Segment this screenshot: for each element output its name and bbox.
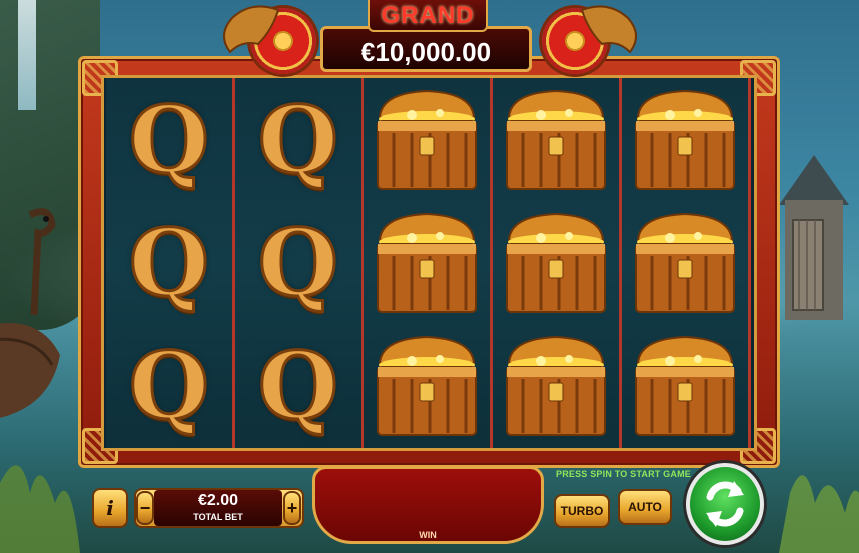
waterfall xyxy=(18,0,36,110)
increase-bet-button[interactable]: + xyxy=(283,491,301,525)
reel-symbol: Q xyxy=(106,201,232,324)
q-symbol-icon: Q xyxy=(256,331,339,440)
reel-symbol: Q xyxy=(235,324,361,447)
q-symbol-icon: Q xyxy=(256,85,339,194)
reel-3 xyxy=(364,78,493,448)
jackpot-value-box: €10,000.00 xyxy=(320,26,532,72)
viking-house-illustration xyxy=(779,155,849,320)
reel-symbol xyxy=(364,201,490,324)
treasure-chest-icon xyxy=(377,89,477,190)
total-bet-value: €2.00 xyxy=(197,492,239,509)
reel-symbol: Q xyxy=(106,324,232,447)
treasure-chest-icon xyxy=(635,335,735,436)
q-symbol-icon: Q xyxy=(127,85,210,194)
info-button[interactable]: i xyxy=(92,488,128,528)
win-label: WIN xyxy=(419,530,437,540)
spin-button[interactable] xyxy=(686,463,764,545)
q-symbol-icon: Q xyxy=(127,331,210,440)
treasure-chest-icon xyxy=(635,212,735,313)
dragon-head-icon xyxy=(223,5,280,54)
decrease-bet-button[interactable]: − xyxy=(136,491,154,525)
refresh-arrows-icon xyxy=(706,481,744,527)
grand-jackpot-display: €10,000.00 GRAND xyxy=(320,0,532,76)
jackpot-title-box: GRAND xyxy=(368,0,488,32)
reel-symbol xyxy=(364,78,490,201)
reel-5 xyxy=(622,78,751,448)
viking-ship-illustration xyxy=(0,208,60,418)
treasure-chest-icon xyxy=(377,212,477,313)
treasure-chest-icon xyxy=(506,335,606,436)
reel-symbol xyxy=(364,324,490,447)
reel-symbol xyxy=(622,324,748,447)
treasure-chest-icon xyxy=(506,212,606,313)
reel-symbol xyxy=(622,78,748,201)
reel-symbol xyxy=(493,324,619,447)
total-bet-label: TOTAL BET xyxy=(193,512,243,522)
treasure-chest-icon xyxy=(506,89,606,190)
dragon-head-icon xyxy=(580,5,637,54)
jackpot-value: €10,000.00 xyxy=(360,37,492,67)
reel-symbol xyxy=(622,201,748,324)
reel-symbol xyxy=(493,78,619,201)
reel-symbol: Q xyxy=(235,201,361,324)
reel-symbol: Q xyxy=(235,78,361,201)
reel-1: QQQ xyxy=(106,78,235,448)
status-message: PRESS SPIN TO START GAME xyxy=(556,469,691,479)
q-symbol-icon: Q xyxy=(256,208,339,317)
treasure-chest-icon xyxy=(377,335,477,436)
jackpot-label: GRAND xyxy=(381,2,475,29)
reel-2: QQQ xyxy=(235,78,364,448)
q-symbol-icon: Q xyxy=(127,208,210,317)
auto-button[interactable]: AUTO xyxy=(618,489,672,525)
turbo-button[interactable]: TURBO xyxy=(554,494,610,528)
treasure-chest-icon xyxy=(635,89,735,190)
reel-4 xyxy=(493,78,622,448)
reel-symbol: Q xyxy=(106,78,232,201)
reel-symbol xyxy=(493,201,619,324)
